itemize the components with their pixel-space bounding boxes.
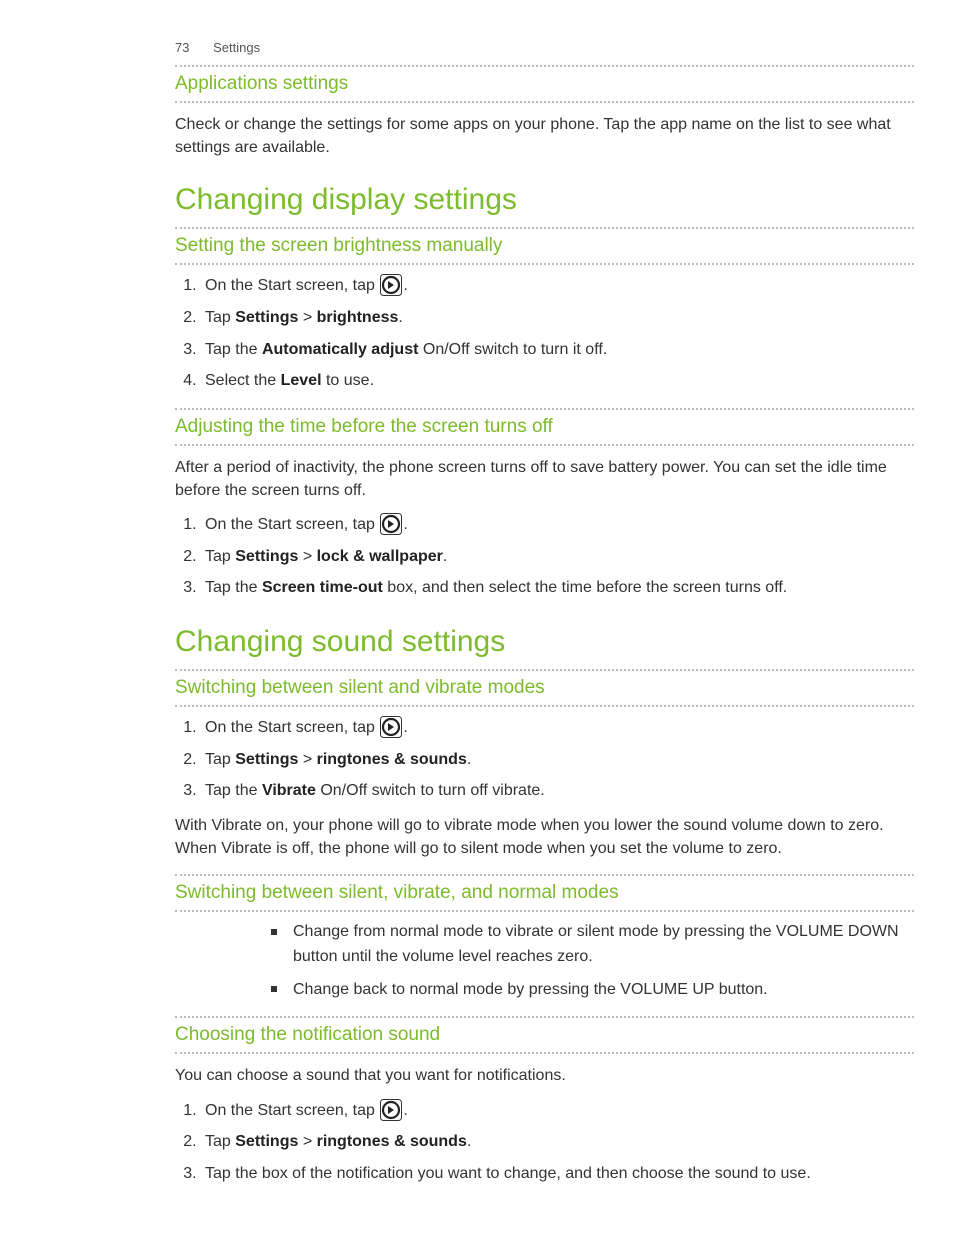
step-text: Tap the	[205, 579, 262, 596]
list-item: Tap Settings > ringtones & sounds.	[201, 747, 914, 773]
section-title: Changing display settings	[175, 183, 914, 217]
paragraph: With Vibrate on, your phone will go to v…	[175, 814, 914, 860]
step-text: .	[467, 1133, 471, 1150]
list-item: Tap the Automatically adjust On/Off swit…	[201, 337, 914, 363]
step-text: to use.	[322, 372, 374, 389]
step-text: .	[467, 751, 471, 768]
header-section: Settings	[213, 40, 260, 55]
step-text: >	[298, 309, 316, 326]
ui-label: Vibrate	[262, 782, 316, 799]
step-text: On the Start screen, tap	[205, 719, 379, 736]
ui-label: Settings	[235, 751, 298, 768]
arrow-right-circle-icon	[380, 513, 402, 535]
divider	[175, 263, 914, 265]
ui-label: ringtones & sounds	[317, 751, 467, 768]
divider	[175, 669, 914, 671]
list-item: Tap Settings > ringtones & sounds.	[201, 1129, 914, 1155]
subsection-title: Switching between silent and vibrate mod…	[175, 677, 914, 699]
divider	[175, 910, 914, 912]
step-text: Tap the	[205, 341, 262, 358]
step-text: >	[298, 548, 316, 565]
subsection-title: Adjusting the time before the screen tur…	[175, 416, 914, 438]
list-item: Change back to normal mode by pressing t…	[271, 978, 914, 1003]
divider	[175, 1052, 914, 1054]
step-text: Tap	[205, 1133, 235, 1150]
list-item: On the Start screen, tap .	[201, 1098, 914, 1124]
ordered-list: On the Start screen, tap . Tap Settings …	[201, 715, 914, 804]
ui-label: brightness	[317, 309, 399, 326]
step-text: >	[298, 751, 316, 768]
step-text: .	[403, 277, 407, 294]
section-title: Changing sound settings	[175, 625, 914, 659]
step-text: On/Off switch to turn it off.	[418, 341, 607, 358]
ordered-list: On the Start screen, tap . Tap Settings …	[201, 273, 914, 393]
ui-label: Level	[281, 372, 322, 389]
list-item: Select the Level to use.	[201, 368, 914, 394]
divider	[175, 408, 914, 410]
divider	[175, 1016, 914, 1018]
ui-label: Settings	[235, 309, 298, 326]
divider	[175, 874, 914, 876]
arrow-right-circle-icon	[380, 274, 402, 296]
ui-label: lock & wallpaper	[317, 548, 443, 565]
step-text: Tap the	[205, 782, 262, 799]
step-text: On the Start screen, tap	[205, 277, 379, 294]
list-item: Change from normal mode to vibrate or si…	[271, 920, 914, 970]
step-text: .	[403, 516, 407, 533]
step-text: Tap	[205, 751, 235, 768]
step-text: Select the	[205, 372, 281, 389]
list-item: Tap Settings > brightness.	[201, 305, 914, 331]
document-page: 73 Settings Applications settings Check …	[0, 0, 954, 1235]
ordered-list: On the Start screen, tap . Tap Settings …	[201, 1098, 914, 1187]
step-text: Tap	[205, 309, 235, 326]
step-text: .	[443, 548, 447, 565]
ui-label: Settings	[235, 548, 298, 565]
subsection-title: Choosing the notification sound	[175, 1024, 914, 1046]
arrow-right-circle-icon	[380, 1099, 402, 1121]
subsection-title: Switching between silent, vibrate, and n…	[175, 882, 914, 904]
divider	[175, 101, 914, 103]
step-text: .	[398, 309, 402, 326]
list-item: Tap Settings > lock & wallpaper.	[201, 544, 914, 570]
subsection-title: Applications settings	[175, 73, 914, 95]
paragraph: After a period of inactivity, the phone …	[175, 456, 914, 502]
step-text: On/Off switch to turn off vibrate.	[316, 782, 545, 799]
list-item: Tap the Screen time-out box, and then se…	[201, 575, 914, 601]
ordered-list: On the Start screen, tap . Tap Settings …	[201, 512, 914, 601]
paragraph: Check or change the settings for some ap…	[175, 113, 914, 159]
ui-label: Automatically adjust	[262, 341, 418, 358]
arrow-right-circle-icon	[380, 716, 402, 738]
divider	[175, 65, 914, 67]
step-text: >	[298, 1133, 316, 1150]
step-text: .	[403, 1102, 407, 1119]
ui-label: ringtones & sounds	[317, 1133, 467, 1150]
unordered-list: Change from normal mode to vibrate or si…	[271, 920, 914, 1002]
divider	[175, 227, 914, 229]
list-item: On the Start screen, tap .	[201, 512, 914, 538]
list-item: Tap the Vibrate On/Off switch to turn of…	[201, 778, 914, 804]
paragraph: You can choose a sound that you want for…	[175, 1064, 914, 1087]
divider	[175, 444, 914, 446]
subsection-title: Setting the screen brightness manually	[175, 235, 914, 257]
step-text: On the Start screen, tap	[205, 516, 379, 533]
ui-label: Settings	[235, 1133, 298, 1150]
step-text: .	[403, 719, 407, 736]
page-number: 73	[175, 40, 189, 55]
list-item: On the Start screen, tap .	[201, 715, 914, 741]
list-item: On the Start screen, tap .	[201, 273, 914, 299]
divider	[175, 705, 914, 707]
step-text: Tap	[205, 548, 235, 565]
ui-label: Screen time-out	[262, 579, 383, 596]
step-text: box, and then select the time before the…	[383, 579, 787, 596]
step-text: On the Start screen, tap	[205, 1102, 379, 1119]
page-header: 73 Settings	[175, 40, 914, 55]
list-item: Tap the box of the notification you want…	[201, 1161, 914, 1187]
